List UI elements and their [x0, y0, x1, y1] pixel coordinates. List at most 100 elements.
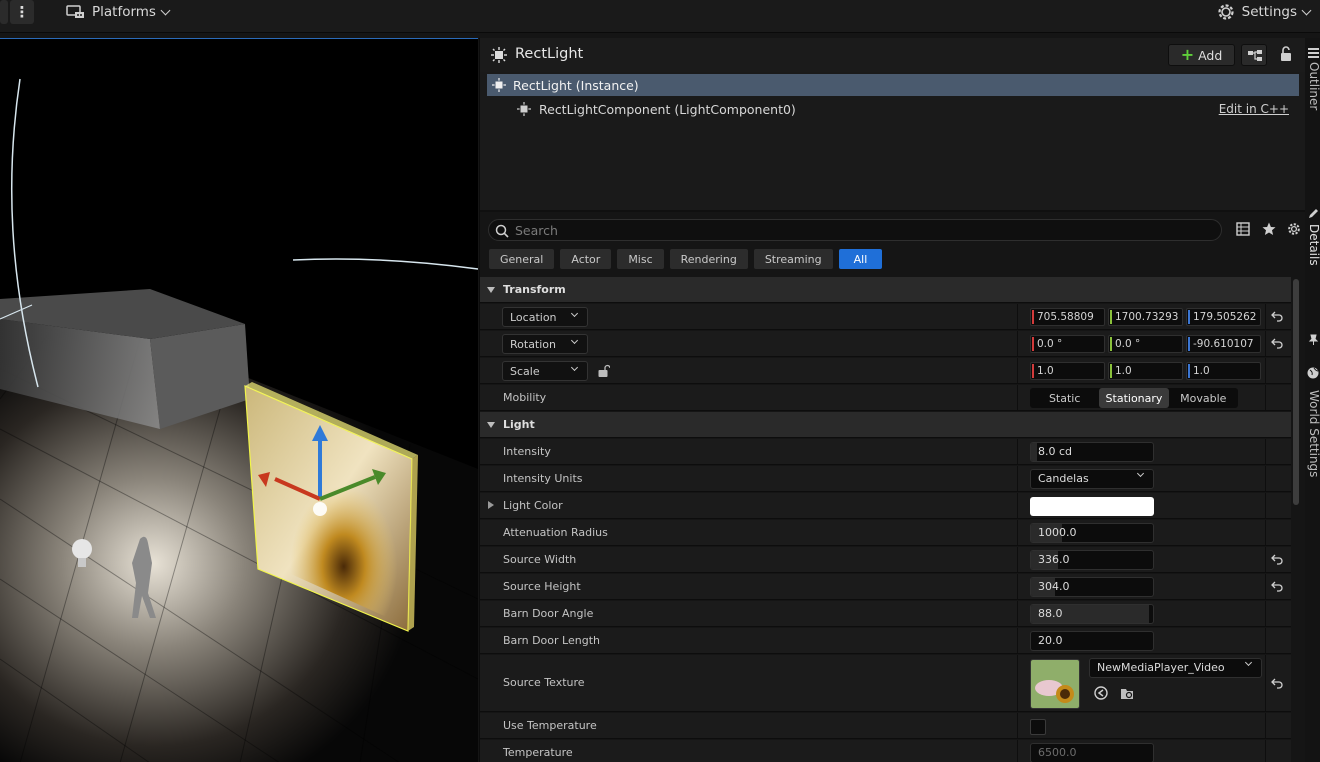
- blueprint-icon: [1248, 50, 1262, 61]
- rect-light-icon: [517, 102, 531, 116]
- details-scrollbar[interactable]: [1293, 279, 1299, 505]
- tab-world-settings[interactable]: World Settings: [1307, 390, 1320, 477]
- search-icon: [495, 224, 509, 238]
- tab-outliner[interactable]: Outliner: [1307, 62, 1320, 110]
- property-barn-door-length: Barn Door Length 20.0: [480, 628, 1291, 654]
- star-icon[interactable]: [1262, 222, 1276, 236]
- intensity-units-dropdown[interactable]: Candelas: [1030, 469, 1154, 489]
- filter-tab-rendering[interactable]: Rendering: [669, 249, 748, 269]
- use-selected-asset-icon[interactable]: [1094, 686, 1108, 700]
- property-source-texture: Source Texture NewMediaPlayer_Video: [480, 655, 1291, 712]
- property-barn-door-angle: Barn Door Angle 88.0: [480, 601, 1291, 627]
- rect-light-icon: [492, 78, 506, 92]
- texture-thumbnail[interactable]: [1030, 659, 1080, 709]
- component-tree: RectLight (Instance) RectLightComponent …: [480, 72, 1306, 212]
- settings-dropdown[interactable]: Settings: [1216, 0, 1312, 24]
- category-light[interactable]: Light: [480, 412, 1291, 438]
- platforms-dropdown[interactable]: Platforms: [62, 0, 173, 24]
- temperature-field[interactable]: 6500.0: [1030, 743, 1154, 762]
- mobility-movable-button[interactable]: Movable: [1169, 388, 1238, 408]
- mobility-static-button[interactable]: Static: [1030, 388, 1099, 408]
- browse-asset-icon[interactable]: [1120, 686, 1134, 700]
- details-panel: RectLight + Add RectLight (Instance) Rec…: [479, 38, 1306, 762]
- kebab-icon: ⋮: [14, 3, 30, 21]
- unlock-icon[interactable]: [597, 364, 610, 378]
- side-tab-rail: Outliner Details World Settings: [1305, 38, 1320, 762]
- details-search[interactable]: [488, 219, 1222, 241]
- actor-title: RectLight: [515, 46, 584, 62]
- filter-tabs: General Actor Misc Rendering Streaming A…: [489, 249, 883, 269]
- reset-arrow-icon[interactable]: [1271, 337, 1283, 349]
- property-source-height: Source Height 304.0: [480, 574, 1291, 600]
- add-label: Add: [1198, 47, 1223, 63]
- intensity-field[interactable]: 8.0 cd: [1030, 442, 1154, 462]
- select-mode-button[interactable]: [0, 0, 8, 24]
- property-location: Location 705.58809 1700.73293 179.505262: [480, 304, 1291, 330]
- search-input[interactable]: [515, 222, 1195, 238]
- reset-arrow-icon[interactable]: [1271, 553, 1283, 565]
- expand-triangle-icon[interactable]: [488, 501, 494, 509]
- pin-icon: [1308, 334, 1319, 345]
- tab-details[interactable]: Details: [1307, 224, 1320, 266]
- property-light-color: Light Color: [480, 493, 1291, 519]
- property-temperature: Temperature 6500.0: [480, 740, 1291, 762]
- property-source-width: Source Width 336.0: [480, 547, 1291, 573]
- barn-door-angle-field[interactable]: 88.0: [1030, 604, 1154, 624]
- main-toolbar: ⋮ Platforms Settings: [0, 0, 1320, 33]
- source-texture-dropdown[interactable]: NewMediaPlayer_Video: [1089, 658, 1262, 678]
- texture-preview-image: [1031, 660, 1079, 708]
- platforms-icon: [66, 5, 84, 18]
- component-row-instance[interactable]: RectLight (Instance): [487, 74, 1299, 96]
- chevron-down-icon: [1136, 469, 1145, 478]
- chevron-down-icon: [1244, 658, 1253, 667]
- barn-door-length-field[interactable]: 20.0: [1030, 631, 1154, 651]
- property-rotation: Rotation 0.0 ° 0.0 ° -90.610107: [480, 331, 1291, 357]
- filter-tab-all[interactable]: All: [838, 249, 883, 269]
- attenuation-radius-field[interactable]: 1000.0: [1030, 523, 1154, 543]
- scale-x-field[interactable]: 1.0: [1030, 362, 1105, 380]
- reset-arrow-icon[interactable]: [1271, 580, 1283, 592]
- component-row-rectlightcomponent[interactable]: RectLightComponent (LightComponent0) Edi…: [487, 98, 1299, 120]
- location-x-field[interactable]: 705.58809: [1030, 308, 1105, 326]
- mobility-stationary-button[interactable]: Stationary: [1099, 388, 1169, 408]
- reset-arrow-icon[interactable]: [1271, 677, 1283, 689]
- chevron-down-icon: [570, 336, 579, 345]
- instance-label: RectLight (Instance): [513, 77, 639, 93]
- details-header: RectLight + Add: [480, 38, 1306, 72]
- add-component-button[interactable]: + Add: [1168, 44, 1235, 66]
- rotation-x-field[interactable]: 0.0 °: [1030, 335, 1105, 353]
- property-mobility: Mobility Static Stationary Movable: [480, 385, 1291, 411]
- source-width-field[interactable]: 336.0: [1030, 550, 1154, 570]
- table-view-icon[interactable]: [1236, 222, 1250, 236]
- scale-z-field[interactable]: 1.0: [1186, 362, 1261, 380]
- level-viewport[interactable]: [0, 38, 478, 762]
- filter-tab-streaming[interactable]: Streaming: [753, 249, 833, 269]
- light-color-swatch[interactable]: [1030, 497, 1154, 516]
- rotation-z-field[interactable]: -90.610107: [1186, 335, 1261, 353]
- edit-in-cpp-link[interactable]: Edit in C++: [1219, 102, 1289, 116]
- platforms-label: Platforms: [92, 4, 156, 20]
- use-temperature-checkbox[interactable]: [1030, 719, 1046, 735]
- plus-icon: +: [1180, 45, 1195, 64]
- rotation-mode-dropdown[interactable]: Rotation: [502, 334, 588, 354]
- blueprint-button[interactable]: [1241, 44, 1267, 66]
- location-z-field[interactable]: 179.505262: [1186, 308, 1261, 326]
- category-transform[interactable]: Transform: [480, 277, 1291, 303]
- scale-y-field[interactable]: 1.0: [1108, 362, 1183, 380]
- rotation-y-field[interactable]: 0.0 °: [1108, 335, 1183, 353]
- property-intensity: Intensity 8.0 cd: [480, 439, 1291, 465]
- reset-arrow-icon[interactable]: [1271, 310, 1283, 322]
- filter-tab-general[interactable]: General: [489, 249, 555, 269]
- filter-tab-actor[interactable]: Actor: [560, 249, 612, 269]
- source-height-field[interactable]: 304.0: [1030, 577, 1154, 597]
- mobility-selector: Static Stationary Movable: [1030, 388, 1238, 408]
- filter-tab-misc[interactable]: Misc: [617, 249, 664, 269]
- property-scale: Scale 1.0 1.0 1.0: [480, 358, 1291, 384]
- more-options-button[interactable]: ⋮: [10, 0, 34, 24]
- lock-icon[interactable]: [1279, 46, 1293, 62]
- gear-icon[interactable]: [1287, 222, 1301, 236]
- settings-label: Settings: [1241, 4, 1297, 20]
- scale-mode-dropdown[interactable]: Scale: [502, 361, 588, 381]
- location-y-field[interactable]: 1700.73293: [1108, 308, 1183, 326]
- location-mode-dropdown[interactable]: Location: [502, 307, 588, 327]
